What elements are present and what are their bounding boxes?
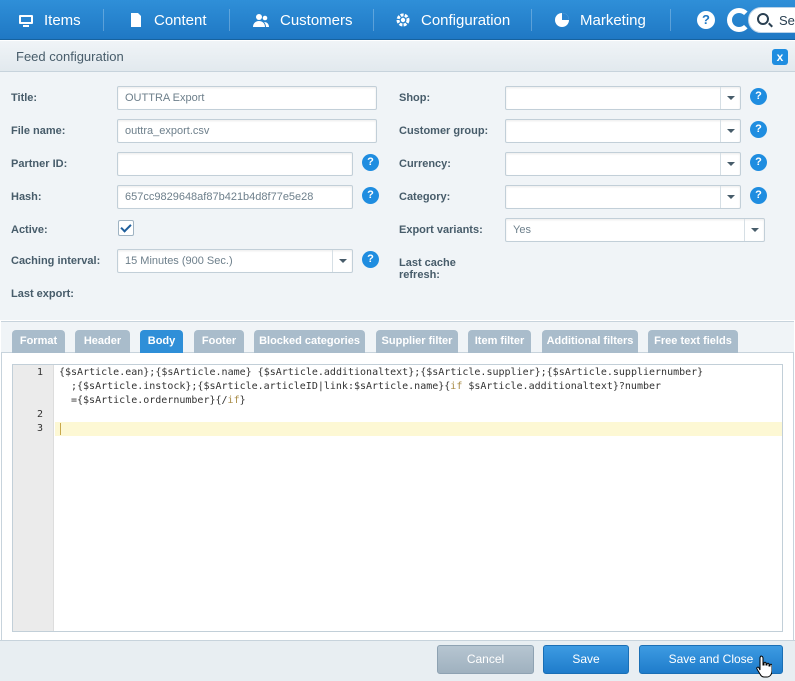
- customer-group-label: Customer group:: [399, 125, 489, 137]
- nav-configuration[interactable]: Configuration: [395, 0, 510, 40]
- users-icon: [253, 14, 269, 27]
- shop-label: Shop:: [399, 92, 431, 104]
- caching-help-icon[interactable]: ?: [362, 251, 379, 268]
- nav-content-label: Content: [154, 11, 207, 29]
- tab-body[interactable]: Body: [140, 330, 183, 353]
- active-label: Active:: [11, 224, 48, 236]
- close-icon[interactable]: x: [772, 49, 788, 65]
- tab-header[interactable]: Header: [75, 330, 130, 353]
- cancel-button[interactable]: Cancel: [437, 645, 534, 674]
- search-button[interactable]: Sea: [748, 7, 795, 33]
- gear-icon: [396, 13, 410, 27]
- document-icon: [131, 13, 141, 27]
- tab-supplier-filter[interactable]: Supplier filter: [376, 330, 458, 353]
- last-cache-refresh-label: Last cache refresh:: [399, 257, 456, 281]
- nav-marketing-label: Marketing: [580, 11, 646, 29]
- last-export-label: Last export:: [11, 288, 74, 300]
- tab-additional-filters[interactable]: Additional filters: [542, 330, 638, 353]
- hand-cursor-icon: [756, 655, 772, 678]
- chevron-down-icon[interactable]: [720, 87, 740, 109]
- line-number: 3: [36, 423, 43, 434]
- partner-id-help-icon[interactable]: ?: [362, 154, 379, 171]
- category-label: Category:: [399, 191, 451, 203]
- nav-items[interactable]: Items: [18, 0, 81, 40]
- export-variants-label: Export variants:: [399, 224, 483, 236]
- tab-blocked-categories[interactable]: Blocked categories: [254, 330, 365, 353]
- text-caret: [60, 423, 61, 435]
- code-editor[interactable]: 1 2 3 {$sArticle.ean};{$sArticle.name} {…: [12, 364, 783, 632]
- line-number: 1: [36, 367, 43, 378]
- caching-interval-select[interactable]: 15 Minutes (900 Sec.): [117, 249, 353, 273]
- tab-footer[interactable]: Footer: [194, 330, 244, 353]
- code-line: ={$sArticle.ordernumber}{/if}: [71, 395, 246, 406]
- help-icon[interactable]: ?: [697, 11, 715, 29]
- chevron-down-icon[interactable]: [332, 250, 352, 272]
- nav-marketing[interactable]: Marketing: [554, 0, 646, 40]
- customer-group-help-icon[interactable]: ?: [750, 121, 767, 138]
- pie-chart-icon: [555, 13, 569, 27]
- caching-interval-value: 15 Minutes (900 Sec.): [125, 255, 233, 267]
- shop-help-icon[interactable]: ?: [750, 88, 767, 105]
- top-navigation: Items Content Customers Configuration Ma…: [0, 0, 795, 40]
- nav-content[interactable]: Content: [128, 0, 207, 40]
- nav-items-label: Items: [44, 11, 81, 29]
- filename-label: File name:: [11, 125, 66, 137]
- title-label: Title:: [11, 92, 38, 104]
- category-help-icon[interactable]: ?: [750, 187, 767, 204]
- search-label: Sea: [779, 13, 795, 28]
- nav-customers-label: Customers: [280, 11, 353, 29]
- customer-group-select[interactable]: [505, 119, 741, 143]
- hash-label: Hash:: [11, 191, 42, 203]
- filename-input[interactable]: [117, 119, 377, 143]
- hash-help-icon[interactable]: ?: [362, 187, 379, 204]
- window-title: Feed configuration: [16, 49, 124, 64]
- chevron-down-icon[interactable]: [720, 120, 740, 142]
- chevron-down-icon[interactable]: [720, 153, 740, 175]
- active-checkbox[interactable]: [118, 220, 134, 236]
- hash-input[interactable]: [117, 185, 353, 209]
- line-number: 2: [36, 409, 43, 420]
- category-select[interactable]: [505, 185, 741, 209]
- export-variants-value: Yes: [513, 224, 531, 236]
- caching-interval-label: Caching interval:: [11, 255, 101, 267]
- currency-select[interactable]: [505, 152, 741, 176]
- partner-id-label: Partner ID:: [11, 158, 68, 170]
- tab-format[interactable]: Format: [12, 330, 65, 353]
- chevron-down-icon[interactable]: [720, 186, 740, 208]
- currency-label: Currency:: [399, 158, 451, 170]
- partner-id-input[interactable]: [117, 152, 353, 176]
- active-line: [55, 422, 782, 436]
- nav-customers[interactable]: Customers: [252, 0, 353, 40]
- currency-help-icon[interactable]: ?: [750, 154, 767, 171]
- chevron-down-icon[interactable]: [744, 219, 764, 241]
- window-header: Feed configuration: [0, 41, 795, 72]
- line-gutter: 1 2 3: [13, 365, 54, 631]
- tab-free-text-fields[interactable]: Free text fields: [648, 330, 738, 353]
- tab-item-filter[interactable]: Item filter: [468, 330, 531, 353]
- code-line: {$sArticle.ean};{$sArticle.name} {$sArti…: [59, 367, 704, 378]
- shop-select[interactable]: [505, 86, 741, 110]
- nav-configuration-label: Configuration: [421, 11, 511, 29]
- code-line: ;{$sArticle.instock};{$sArticle.articleI…: [71, 381, 662, 392]
- export-variants-select[interactable]: Yes: [505, 218, 765, 242]
- save-button[interactable]: Save: [543, 645, 629, 674]
- search-icon: [757, 13, 769, 25]
- monitor-icon: [19, 15, 33, 27]
- title-input[interactable]: [117, 86, 377, 110]
